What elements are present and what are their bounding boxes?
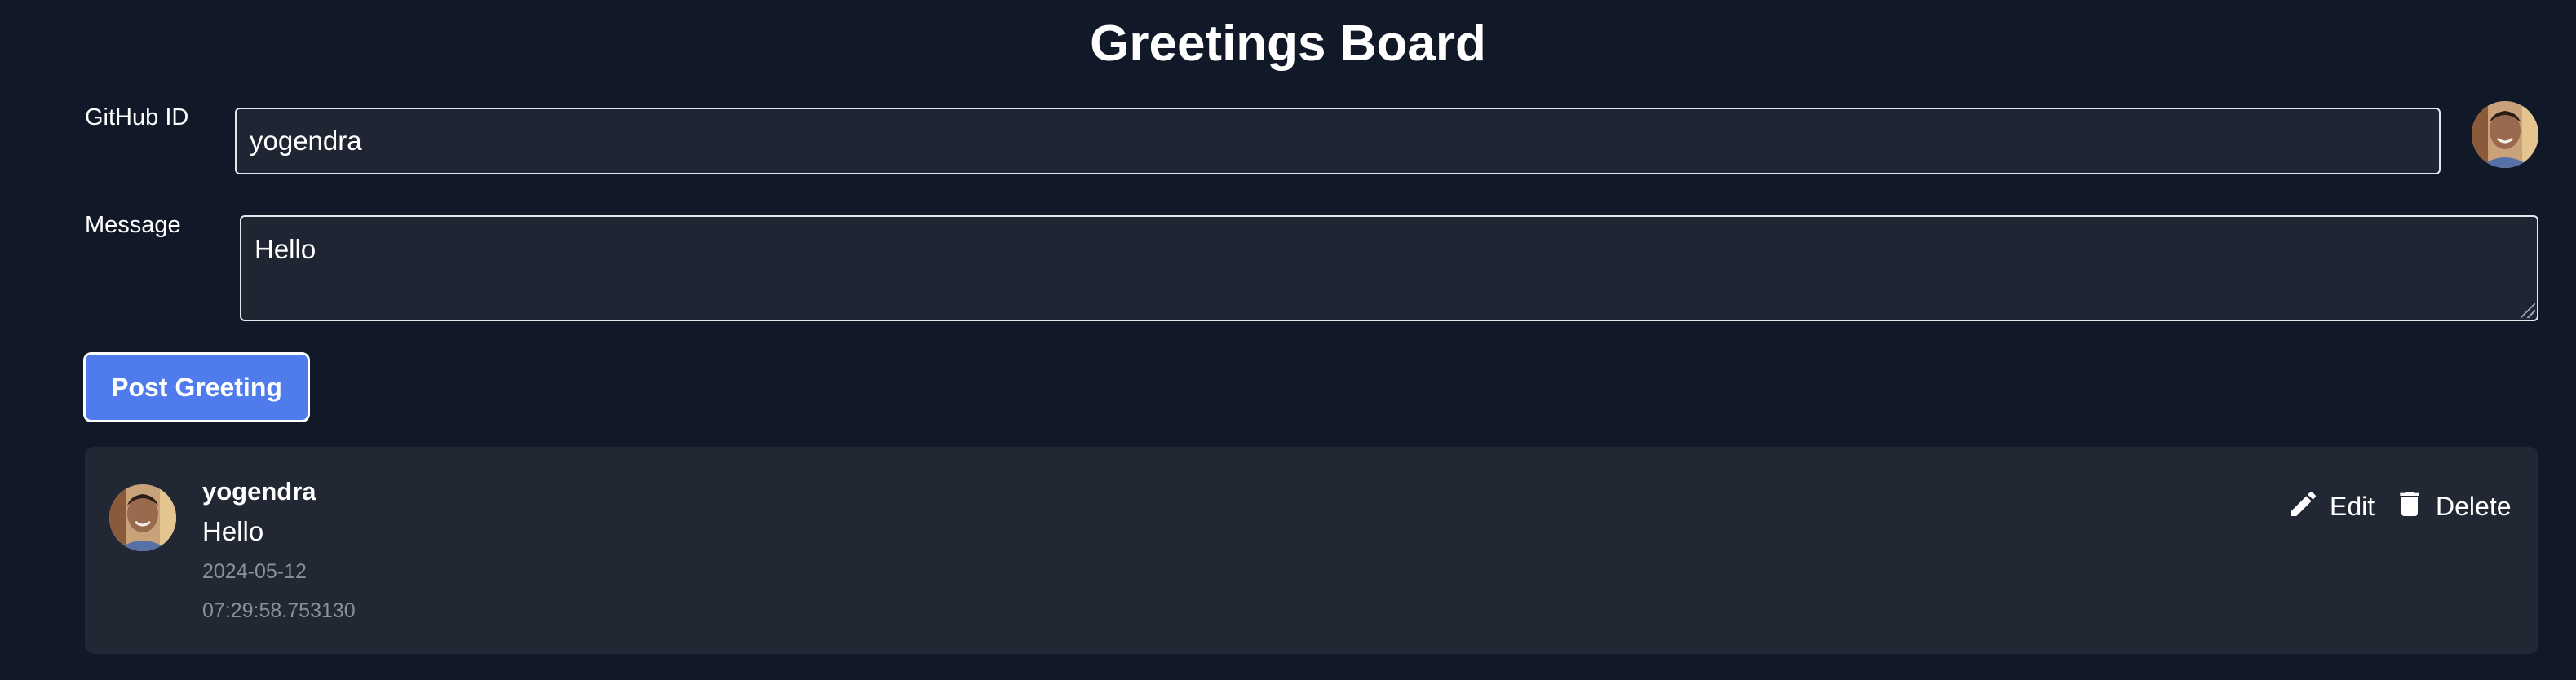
greetings-board-page: Greetings Board GitHub ID yogendra Messa… xyxy=(0,0,2576,680)
page-title: Greetings Board xyxy=(1090,15,1486,72)
edit-greeting-button[interactable]: Edit xyxy=(2287,486,2375,522)
greeting-date: 2024-05-12 xyxy=(202,560,307,583)
delete-greeting-button[interactable]: Delete xyxy=(2393,486,2512,522)
github-avatar xyxy=(2472,101,2538,168)
edit-label: Edit xyxy=(2330,492,2375,521)
greeting-time: 07:29:58.753130 xyxy=(202,599,356,622)
greeting-card xyxy=(85,447,2538,654)
pencil-icon xyxy=(2287,486,2320,522)
message-label: Message xyxy=(85,212,181,238)
greeting-author-avatar xyxy=(109,484,176,551)
avatar-image-icon xyxy=(109,484,176,551)
delete-label: Delete xyxy=(2436,492,2512,521)
greeting-message: Hello xyxy=(202,516,264,546)
github-id-input[interactable]: yogendra xyxy=(235,108,2441,174)
trash-icon xyxy=(2393,486,2426,522)
avatar-image-icon xyxy=(2472,101,2538,168)
message-textarea[interactable]: Hello xyxy=(240,215,2538,321)
greeting-author: yogendra xyxy=(202,477,316,506)
github-id-label: GitHub ID xyxy=(85,104,189,130)
post-greeting-button[interactable]: Post Greeting xyxy=(83,352,310,422)
textarea-resize-handle[interactable] xyxy=(2521,303,2535,318)
